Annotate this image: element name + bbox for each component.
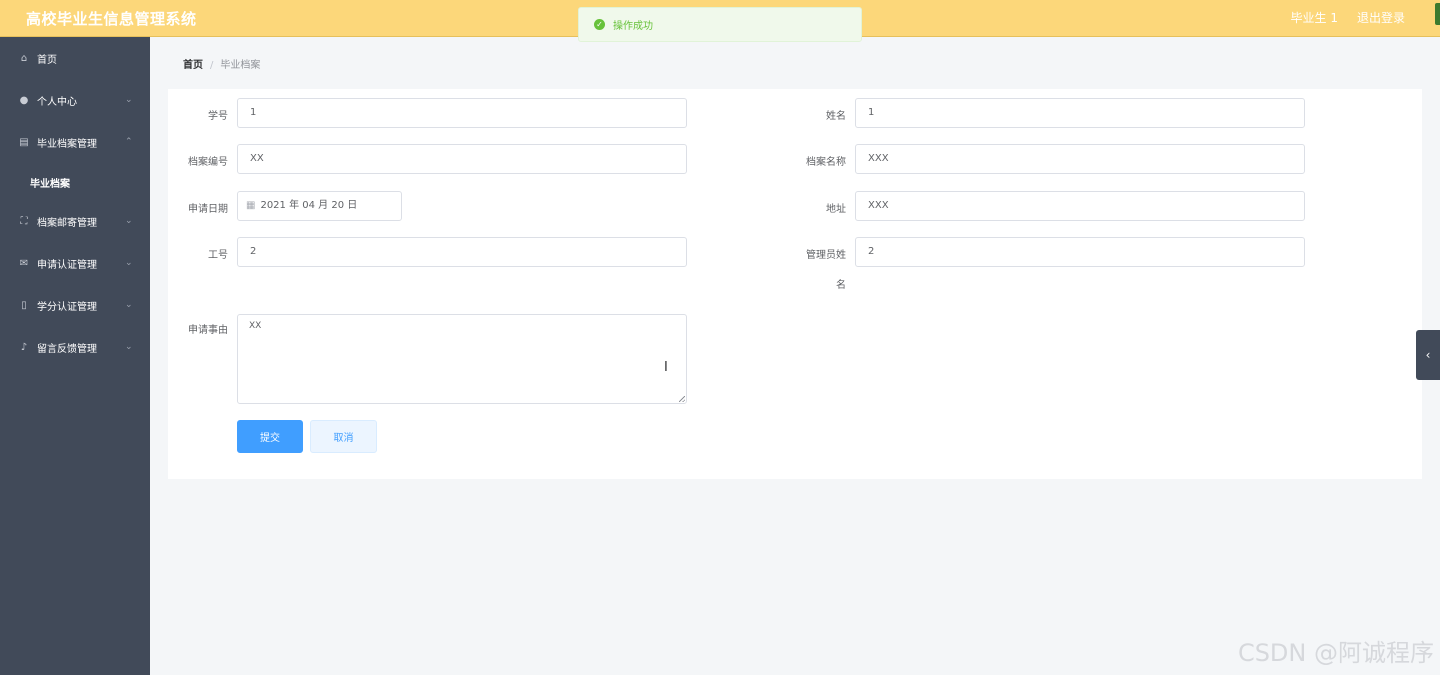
sidebar-item-label: 毕业档案管理 — [37, 138, 97, 150]
user-icon: ● — [19, 94, 29, 106]
sidebar-item-label: 申请认证管理 — [37, 259, 97, 271]
staff-no-label: 工号 — [208, 250, 228, 261]
address-field[interactable]: XXX — [855, 191, 1305, 221]
chevron-down-icon: ⌄ — [125, 342, 133, 352]
admin-name-label: 管理员姓 — [806, 250, 846, 261]
apply-date-label: 申请日期 — [188, 204, 228, 215]
name-label: 姓名 — [826, 111, 846, 122]
text-cursor-icon: I — [664, 360, 668, 375]
archive-no-field[interactable]: XX — [237, 144, 687, 174]
sidebar-item-label: 留言反馈管理 — [37, 343, 97, 355]
calendar-icon: ▦ — [246, 200, 256, 211]
archive-no-label: 档案编号 — [188, 157, 228, 168]
success-check-icon: ✓ — [594, 19, 605, 30]
reason-label: 申请事由 — [188, 325, 228, 336]
sidebar-item-archive-mailing[interactable]: ⛶ 档案邮寄管理 ⌄ — [0, 210, 150, 232]
admin-name-label-cont: 名 — [836, 280, 846, 291]
breadcrumb-separator: / — [210, 60, 214, 71]
archive-name-field[interactable]: XXX — [855, 144, 1305, 174]
sidebar-item-personal-center[interactable]: ● 个人中心 ⌄ — [0, 89, 150, 111]
archive-name-label: 档案名称 — [806, 157, 846, 168]
name-field[interactable]: 1 — [855, 98, 1305, 128]
breadcrumb-current: 毕业档案 — [220, 60, 261, 71]
side-panel-toggle[interactable]: ‹ — [1416, 330, 1440, 380]
student-id-field[interactable]: 1 — [237, 98, 687, 128]
resize-grip-icon[interactable] — [679, 396, 685, 402]
breadcrumb-home[interactable]: 首页 — [183, 60, 203, 71]
chevron-down-icon: ⌄ — [125, 258, 133, 268]
reason-value: XX — [249, 321, 262, 331]
student-id-label: 学号 — [208, 111, 228, 122]
chevron-left-icon: ‹ — [1425, 348, 1431, 362]
chevron-down-icon: ⌄ — [125, 95, 133, 105]
home-icon: ⌂ — [20, 52, 28, 64]
clipboard-icon: ▤ — [19, 136, 29, 148]
sidebar-item-label: 首页 — [37, 54, 57, 66]
microphone-icon: ♪ — [20, 341, 28, 353]
chevron-down-icon: ⌄ — [125, 300, 133, 310]
staff-no-field[interactable]: 2 — [237, 237, 687, 267]
breadcrumb: 首页 / 毕业档案 — [183, 56, 260, 71]
success-toast: ✓ 操作成功 — [578, 7, 862, 42]
sidebar-subitem-archive[interactable]: 毕业档案 — [30, 175, 70, 190]
chevron-up-icon: ⌃ — [125, 137, 133, 147]
edge-indicator — [1435, 3, 1440, 25]
sidebar-item-feedback[interactable]: ♪ 留言反馈管理 ⌄ — [0, 336, 150, 358]
fullscreen-icon: ⛶ — [20, 215, 28, 227]
watermark: CSDN @阿诚程序 — [1237, 639, 1434, 667]
sidebar-item-label: 个人中心 — [37, 96, 77, 108]
sidebar-item-credit-certification[interactable]: ▯ 学分认证管理 ⌄ — [0, 294, 150, 316]
mail-icon: ✉ — [19, 257, 29, 269]
sidebar: ⌂ 首页 ● 个人中心 ⌄ ▤ 毕业档案管理 ⌃ 毕业档案 ⛶ 档案邮寄管理 ⌄… — [0, 37, 150, 675]
sidebar-item-archive-management[interactable]: ▤ 毕业档案管理 ⌃ — [0, 131, 150, 153]
toast-message: 操作成功 — [613, 21, 653, 32]
logout-link[interactable]: 退出登录 — [1357, 9, 1405, 26]
sidebar-item-label: 档案邮寄管理 — [37, 217, 97, 229]
cancel-button[interactable]: 取消 — [310, 420, 377, 453]
chevron-down-icon: ⌄ — [125, 216, 133, 226]
submit-button[interactable]: 提交 — [237, 420, 303, 453]
admin-name-field[interactable]: 2 — [855, 237, 1305, 267]
current-user: 毕业生 1 — [1290, 11, 1338, 25]
sidebar-item-application-certification[interactable]: ✉ 申请认证管理 ⌄ — [0, 252, 150, 274]
app-title: 高校毕业生信息管理系统 — [26, 10, 197, 28]
address-label: 地址 — [826, 204, 846, 215]
sidebar-item-home[interactable]: ⌂ 首页 — [0, 47, 150, 69]
apply-date-picker[interactable]: ▦ 2021 年 04 月 20 日 — [237, 191, 402, 221]
sidebar-item-label: 学分认证管理 — [37, 301, 97, 313]
reason-textarea[interactable]: XX — [237, 314, 687, 404]
apply-date-value: 2021 年 04 月 20 日 — [260, 200, 358, 211]
phone-icon: ▯ — [21, 299, 27, 311]
